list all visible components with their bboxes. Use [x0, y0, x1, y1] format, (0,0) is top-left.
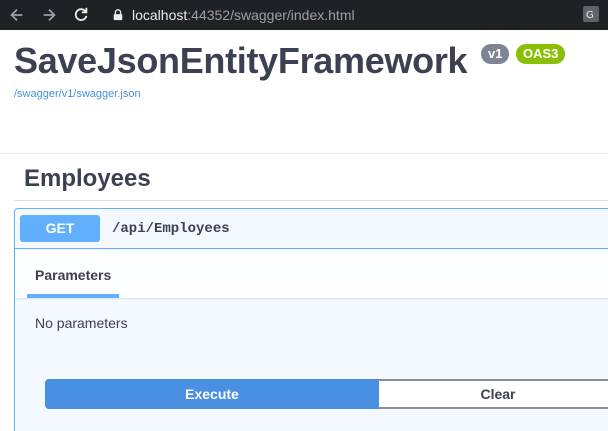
tab-parameters[interactable]: Parameters — [35, 267, 111, 283]
no-parameters-text: No parameters — [35, 315, 128, 331]
url-host: localhost — [132, 7, 188, 23]
reload-icon — [74, 7, 88, 21]
url-text: localhost:44352/swagger/index.html — [132, 7, 355, 23]
address-bar[interactable]: localhost:44352/swagger/index.html — [102, 2, 608, 28]
forward-button[interactable] — [38, 4, 60, 26]
arrow-left-icon — [10, 8, 23, 22]
tab-underline — [27, 294, 119, 298]
lock-icon — [112, 8, 126, 22]
method-badge: GET — [20, 215, 100, 242]
operation-summary[interactable]: GET /api/Employees — [15, 209, 608, 249]
page-title: SaveJsonEntityFramework — [14, 40, 468, 81]
url-path: :44352/swagger/index.html — [187, 7, 355, 23]
section-divider — [14, 200, 608, 201]
browser-toolbar: localhost:44352/swagger/index.html G — [0, 0, 608, 30]
section-title[interactable]: Employees — [24, 165, 151, 193]
swagger-page: SaveJsonEntityFramework v1 OAS3 /swagger… — [0, 30, 608, 431]
back-button[interactable] — [6, 4, 28, 26]
info-section: SaveJsonEntityFramework v1 OAS3 /swagger… — [0, 30, 608, 154]
clear-button[interactable]: Clear — [379, 379, 608, 409]
version-badge: v1 — [481, 44, 510, 64]
svg-text:G: G — [586, 10, 594, 21]
arrow-right-icon — [43, 8, 56, 22]
operation-path: /api/Employees — [112, 221, 230, 237]
execute-button[interactable]: Execute — [45, 379, 379, 409]
reload-button[interactable] — [70, 4, 92, 26]
oas-badge: OAS3 — [516, 44, 566, 64]
spec-link[interactable]: /swagger/v1/swagger.json — [14, 88, 141, 100]
operation-block: GET /api/Employees Parameters No paramet… — [14, 208, 608, 431]
parameters-header: Parameters — [15, 250, 608, 298]
translate-icon[interactable]: G — [582, 5, 600, 23]
